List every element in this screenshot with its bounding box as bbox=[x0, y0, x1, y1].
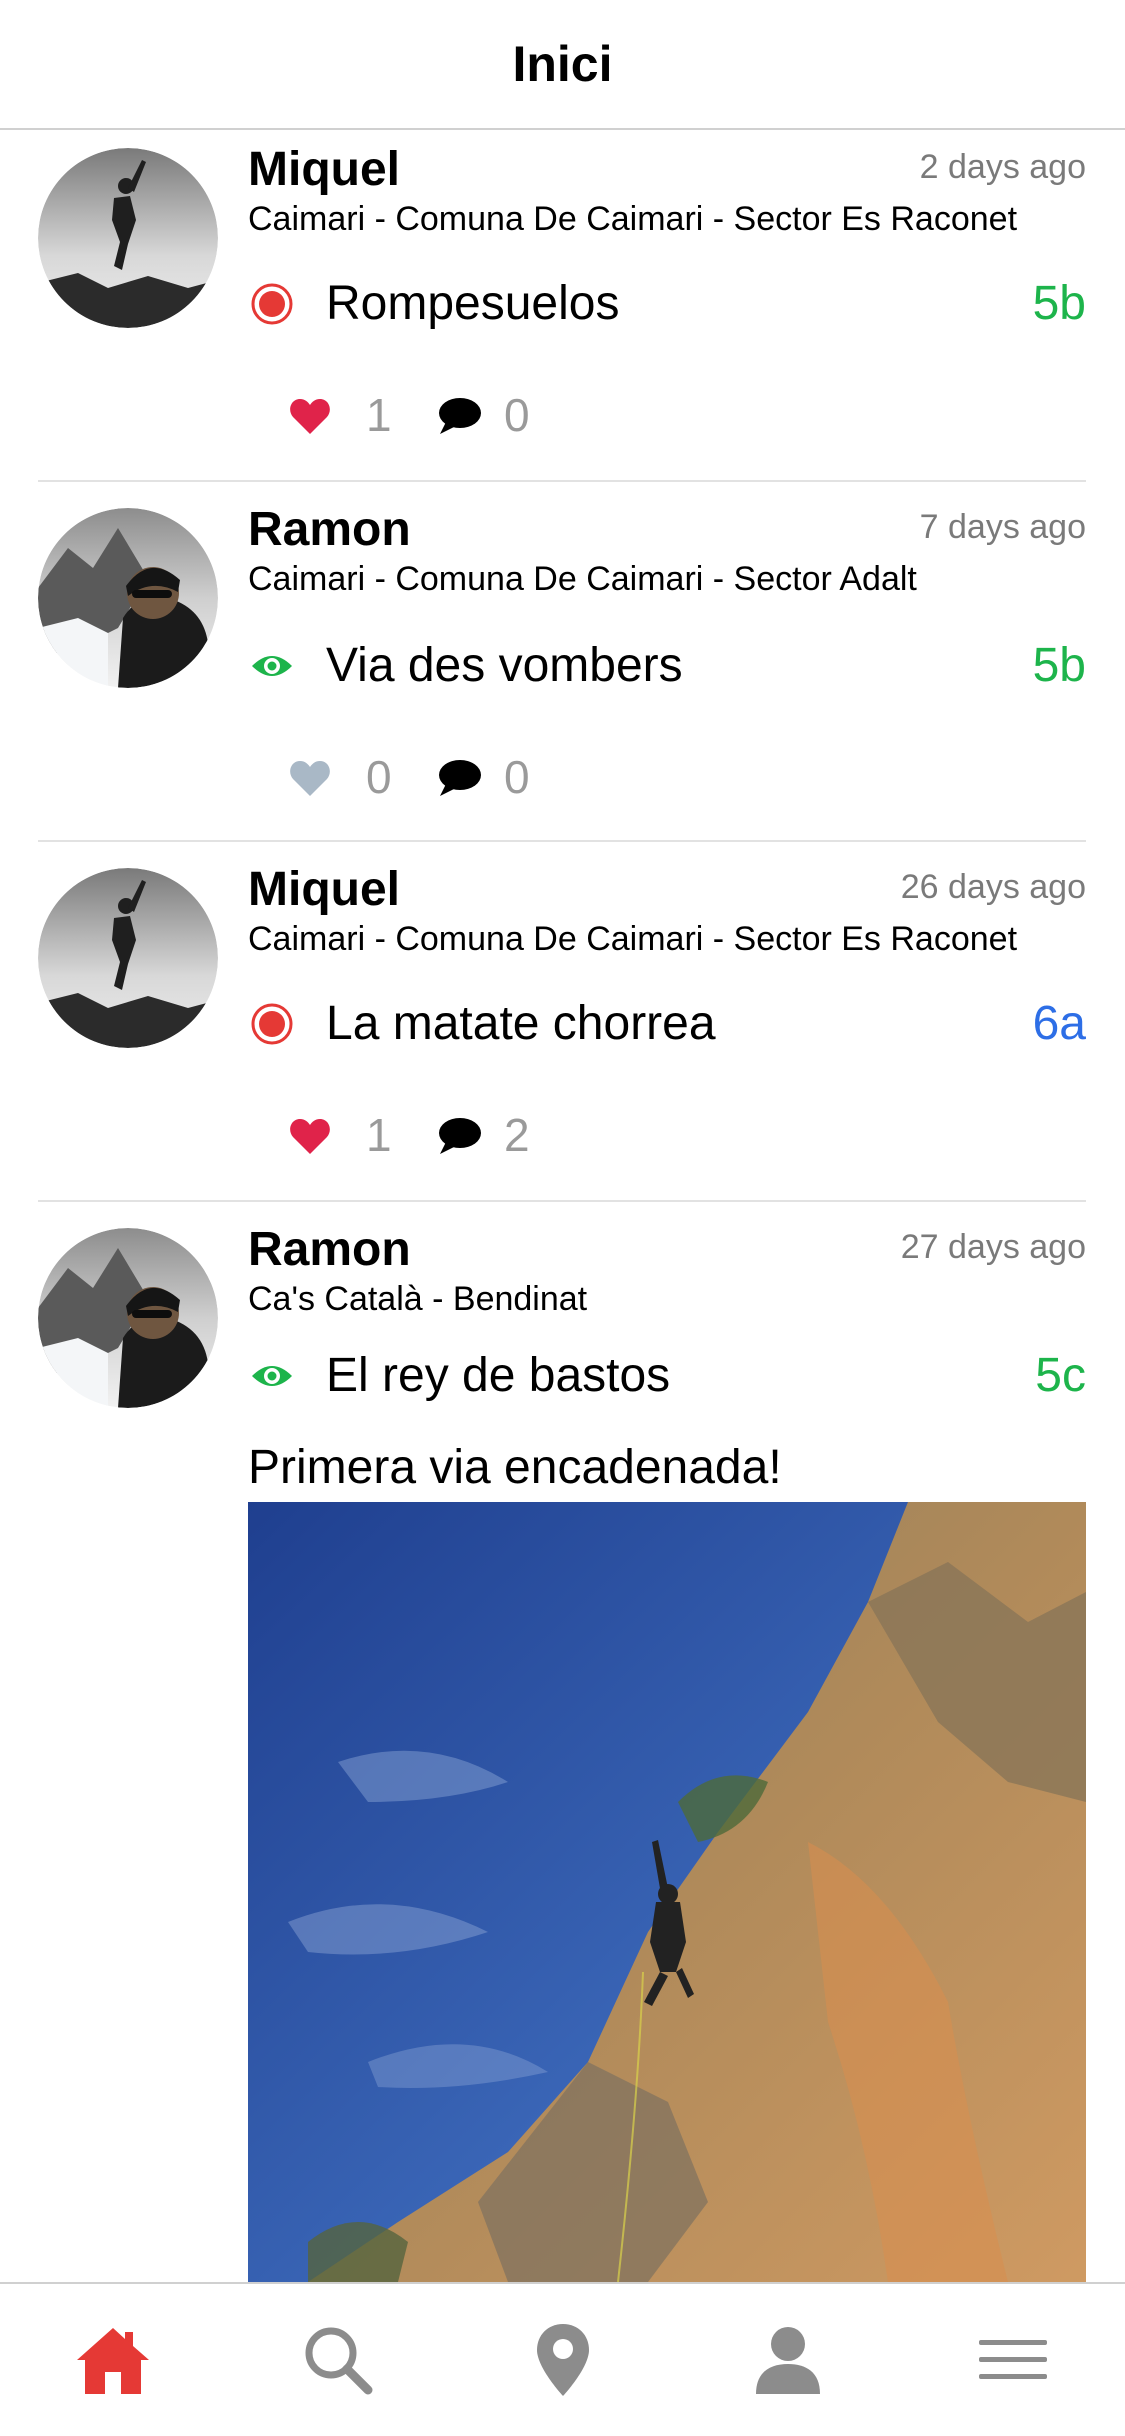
profile-icon bbox=[755, 2327, 820, 2394]
comment-count: 2 bbox=[504, 1109, 530, 1161]
tab-search[interactable] bbox=[225, 2284, 450, 2436]
tab-menu[interactable] bbox=[900, 2284, 1125, 2436]
feed-post[interactable]: Ramon 27 days ago Ca's Català - Bendinat… bbox=[0, 1210, 1125, 2282]
comment-count: 0 bbox=[504, 389, 530, 441]
home-icon bbox=[76, 2328, 149, 2394]
route-name[interactable]: Rompesuelos bbox=[326, 276, 619, 331]
route-grade: 5c bbox=[1035, 1349, 1086, 1402]
avatar[interactable] bbox=[38, 508, 218, 688]
like-count: 1 bbox=[366, 1109, 392, 1161]
feed-post[interactable]: Miquel 26 days ago Caimari - Comuna De C… bbox=[0, 850, 1125, 1202]
route-name[interactable]: Via des vombers bbox=[326, 638, 683, 693]
like-count: 1 bbox=[366, 389, 392, 441]
post-location[interactable]: Caimari - Comuna De Caimari - Sector Es … bbox=[248, 920, 1017, 959]
bottom-tab-bar bbox=[0, 2282, 1125, 2436]
avatar[interactable] bbox=[38, 148, 218, 328]
post-username[interactable]: Miquel bbox=[248, 142, 400, 197]
route-name[interactable]: El rey de bastos bbox=[326, 1348, 670, 1403]
redpoint-icon bbox=[251, 1003, 293, 1045]
post-timestamp: 2 days ago bbox=[919, 148, 1086, 186]
post-location[interactable]: Caimari - Comuna De Caimari - Sector Ada… bbox=[248, 560, 917, 599]
post-divider bbox=[38, 480, 1086, 482]
post-timestamp: 27 days ago bbox=[900, 1228, 1086, 1266]
redpoint-icon bbox=[251, 283, 293, 325]
avatar[interactable] bbox=[38, 1228, 218, 1408]
search-icon bbox=[305, 2327, 372, 2395]
heart-icon[interactable] bbox=[288, 396, 332, 436]
route-grade: 5b bbox=[1032, 639, 1086, 692]
post-location[interactable]: Caimari - Comuna De Caimari - Sector Es … bbox=[248, 200, 1017, 239]
route-name[interactable]: La matate chorrea bbox=[326, 996, 716, 1051]
heart-icon[interactable] bbox=[288, 758, 332, 798]
heart-icon[interactable] bbox=[288, 1116, 332, 1156]
post-username[interactable]: Miquel bbox=[248, 862, 400, 917]
tab-profile[interactable] bbox=[675, 2284, 900, 2436]
post-timestamp: 26 days ago bbox=[900, 868, 1086, 906]
post-photo[interactable] bbox=[248, 1502, 1086, 2282]
like-count: 0 bbox=[366, 751, 392, 803]
activity-feed[interactable]: Miquel 2 days ago Caimari - Comuna De Ca… bbox=[0, 130, 1125, 2282]
post-username[interactable]: Ramon bbox=[248, 1222, 411, 1277]
eye-icon bbox=[252, 1366, 292, 1386]
tab-home[interactable] bbox=[0, 2284, 225, 2436]
post-divider bbox=[38, 840, 1086, 842]
comment-icon[interactable] bbox=[436, 1116, 482, 1156]
eye-icon bbox=[252, 656, 292, 676]
avatar[interactable] bbox=[38, 868, 218, 1048]
post-caption: Primera via encadenada! bbox=[248, 1441, 782, 1494]
post-username[interactable]: Ramon bbox=[248, 502, 411, 557]
comment-icon[interactable] bbox=[436, 758, 482, 798]
feed-post[interactable]: Ramon 7 days ago Caimari - Comuna De Cai… bbox=[0, 490, 1125, 842]
route-grade: 6a bbox=[1032, 997, 1086, 1050]
location-pin-icon bbox=[536, 2324, 589, 2396]
route-grade: 5b bbox=[1032, 277, 1086, 330]
feed-post[interactable]: Miquel 2 days ago Caimari - Comuna De Ca… bbox=[0, 130, 1125, 482]
app-header: Inici bbox=[0, 0, 1125, 130]
menu-icon bbox=[978, 2340, 1047, 2379]
post-timestamp: 7 days ago bbox=[919, 508, 1086, 546]
page-title: Inici bbox=[512, 36, 613, 92]
comment-count: 0 bbox=[504, 751, 530, 803]
post-location[interactable]: Ca's Català - Bendinat bbox=[248, 1280, 587, 1319]
tab-map[interactable] bbox=[450, 2284, 675, 2436]
post-divider bbox=[38, 1200, 1086, 1202]
comment-icon[interactable] bbox=[436, 396, 482, 436]
